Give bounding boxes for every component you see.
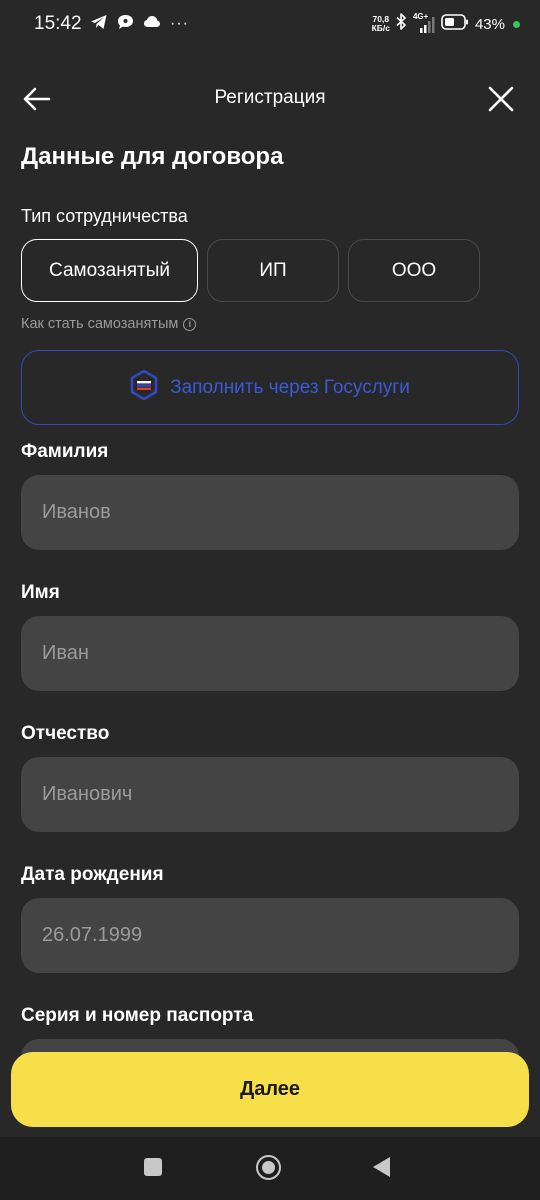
- how-to-label: Как стать самозанятым: [21, 316, 179, 332]
- battery-icon: [441, 13, 469, 35]
- app-header: Регистрация: [0, 72, 540, 124]
- home-button[interactable]: [256, 1155, 281, 1180]
- cloud-icon: [143, 15, 161, 34]
- system-navigation-bar: [0, 1137, 540, 1200]
- status-time: 15:42: [34, 13, 82, 34]
- battery-percent: 43%: [474, 15, 505, 33]
- telegram-icon: [90, 14, 108, 35]
- chat-icon: [117, 14, 134, 35]
- option-self-employed[interactable]: Самозанятый: [21, 239, 198, 302]
- passport-label: Серия и номер паспорта: [21, 1005, 254, 1026]
- recent-apps-button[interactable]: [144, 1158, 162, 1176]
- close-button[interactable]: [484, 82, 518, 116]
- notification-icons: ···: [90, 13, 189, 35]
- gosuslugi-button[interactable]: Заполнить через Госуслуги: [21, 350, 519, 425]
- cooperation-type-selector: Самозанятый ИП ООО: [21, 239, 480, 302]
- option-ip[interactable]: ИП: [207, 239, 339, 302]
- how-to-self-employed-link[interactable]: Как стать самозанятым i: [21, 316, 197, 332]
- gosuslugi-label: Заполнить через Госуслуги: [170, 376, 410, 398]
- info-icon: i: [183, 317, 197, 331]
- more-dots-icon: ···: [170, 15, 189, 32]
- last-name-input[interactable]: Иванов: [21, 475, 519, 550]
- birth-date-input[interactable]: 26.07.1999: [21, 898, 519, 973]
- close-icon: [488, 86, 514, 112]
- last-name-label: Фамилия: [21, 441, 109, 462]
- page-title: Данные для договора: [21, 143, 284, 170]
- privacy-indicator-dot: [513, 20, 520, 28]
- system-icons: 70,8 КБ/с 4G+ 43%: [372, 11, 520, 37]
- status-bar: 15:42 ··· 70,8 КБ/с 4G+ 43%: [0, 0, 540, 48]
- next-button[interactable]: Далее: [11, 1052, 529, 1127]
- patronymic-label: Отчество: [21, 723, 110, 744]
- bluetooth-icon: [396, 13, 407, 35]
- birth-date-label: Дата рождения: [21, 864, 164, 885]
- first-name-label: Имя: [21, 582, 60, 603]
- system-back-button[interactable]: [373, 1157, 390, 1177]
- home-dot-icon: [262, 1161, 275, 1174]
- first-name-input[interactable]: Иван: [21, 616, 519, 691]
- option-ooo[interactable]: ООО: [348, 239, 480, 302]
- signal-icon: 4G+: [413, 12, 435, 34]
- network-speed: 70,8 КБ/с: [371, 14, 390, 33]
- header-title: Регистрация: [214, 87, 326, 108]
- gosuslugi-logo-icon: [130, 369, 158, 405]
- cooperation-type-label: Тип сотрудничества: [21, 206, 188, 226]
- patronymic-input[interactable]: Иванович: [21, 757, 519, 832]
